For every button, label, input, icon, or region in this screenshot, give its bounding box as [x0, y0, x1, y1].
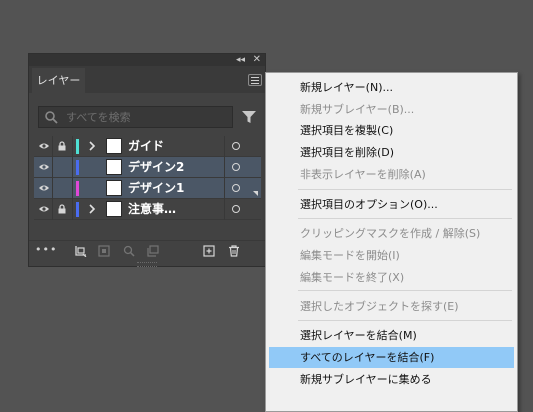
resize-grip[interactable]: [137, 262, 157, 267]
target-circle-icon: [232, 184, 240, 192]
layer-row-design-2[interactable]: デザイン2: [34, 157, 261, 178]
menu-item-label: 選択項目を複製(C): [300, 124, 394, 137]
make-clipping-mask-icon[interactable]: [98, 245, 110, 257]
menu-item-delete-selection[interactable]: 選択項目を削除(D): [269, 142, 514, 163]
menu-item-delete-hidden-layers[interactable]: 非表示レイヤーを削除(A): [269, 164, 514, 185]
menu-item-label: すべてのレイヤーを結合(F): [300, 351, 435, 364]
expand-chevron-icon[interactable]: [88, 204, 96, 214]
layer-name[interactable]: デザイン2: [128, 157, 184, 178]
target-circle-icon: [232, 142, 240, 150]
new-sublayer-icon[interactable]: [147, 245, 159, 257]
menu-item-label: 選択項目のオプション(O)...: [300, 198, 438, 211]
search-input[interactable]: [66, 107, 226, 127]
tab-layers[interactable]: レイヤー: [32, 68, 85, 93]
menu-item-locate-object[interactable]: 選択したオブジェクトを探す(E): [269, 296, 514, 317]
menu-item-new-layer[interactable]: 新規レイヤー(N)...: [269, 77, 514, 98]
eye-icon: [39, 185, 49, 191]
layer-row-guide[interactable]: ガイド: [34, 136, 261, 157]
panel-menu-icon[interactable]: [248, 74, 262, 86]
panel-footer: •••: [29, 240, 265, 261]
menu-item-make-release-clipping-mask[interactable]: クリッピングマスクを作成 / 解除(S): [269, 223, 514, 244]
menu-item-collect-in-new-layer[interactable]: 新規サブレイヤーに集める: [269, 369, 514, 390]
menu-separator: [298, 189, 512, 190]
layer-color-swatch: [76, 139, 79, 154]
layer-thumbnail: [106, 159, 122, 175]
menu-item-label: 編集モードを開始(I): [300, 249, 400, 262]
menu-item-merge-selected[interactable]: 選択レイヤーを結合(M): [269, 325, 514, 346]
visibility-toggle[interactable]: [34, 136, 53, 157]
layer-thumbnail: [106, 201, 122, 217]
visibility-toggle[interactable]: [34, 199, 53, 220]
selection-indicator-icon: [253, 191, 258, 196]
search-box: [38, 106, 233, 128]
menu-item-enter-isolation-mode[interactable]: 編集モードを開始(I): [269, 245, 514, 266]
menu-item-label: 非表示レイヤーを削除(A): [300, 168, 426, 181]
lock-icon: [58, 141, 66, 151]
menu-item-label: 選択したオブジェクトを探す(E): [300, 300, 459, 313]
target-toggle[interactable]: [224, 199, 261, 220]
menu-item-label: 編集モードを終了(X): [300, 271, 405, 284]
eye-icon: [39, 164, 49, 170]
menu-item-exit-isolation-mode[interactable]: 編集モードを終了(X): [269, 267, 514, 288]
layer-color-swatch: [76, 181, 79, 196]
lock-toggle[interactable]: [53, 178, 73, 199]
menu-item-label: 新規サブレイヤー(B)...: [300, 103, 415, 116]
menu-item-flatten-artwork[interactable]: すべてのレイヤーを結合(F): [269, 347, 514, 368]
layer-name[interactable]: デザイン1: [128, 178, 184, 199]
visibility-toggle[interactable]: [34, 178, 53, 199]
menu-separator: [298, 320, 512, 321]
lock-toggle[interactable]: [53, 199, 73, 220]
filter-icon[interactable]: [242, 110, 256, 124]
layer-name[interactable]: ガイド: [128, 136, 164, 157]
layer-thumbnail: [106, 138, 122, 154]
visibility-toggle[interactable]: [34, 157, 53, 178]
layer-color-swatch: [76, 160, 79, 175]
target-toggle[interactable]: [224, 157, 261, 178]
target-toggle[interactable]: [224, 178, 261, 199]
layer-thumbnail: [106, 180, 122, 196]
menu-separator: [298, 290, 512, 291]
expand-chevron-icon[interactable]: [88, 141, 96, 151]
panel-titlebar[interactable]: ◂◂ ✕: [29, 54, 265, 66]
layers-panel: ◂◂ ✕ レイヤー ガイドデザイン2デザイン1注意事… •••: [28, 53, 266, 267]
collect-export-icon[interactable]: [75, 245, 87, 257]
menu-item-label: 新規サブレイヤーに集める: [300, 373, 432, 386]
delete-icon[interactable]: [228, 245, 240, 257]
search-icon: [45, 111, 58, 124]
close-panel-icon[interactable]: ✕: [253, 54, 261, 66]
lock-toggle[interactable]: [53, 157, 73, 178]
layers-list: ガイド デザイン2 デザイン1 注意事…: [34, 136, 261, 241]
panel-tabbar: レイヤー: [29, 66, 265, 93]
menu-item-selection-options[interactable]: 選択項目のオプション(O)...: [269, 194, 514, 215]
empty-row: [34, 220, 261, 241]
layer-row-design-1[interactable]: デザイン1: [34, 178, 261, 199]
target-circle-icon: [232, 205, 240, 213]
layer-name[interactable]: 注意事…: [128, 199, 176, 220]
target-circle-icon: [232, 163, 240, 171]
lock-toggle[interactable]: [53, 136, 73, 157]
target-toggle[interactable]: [224, 136, 261, 157]
menu-item-label: 選択項目を削除(D): [300, 146, 395, 159]
lock-icon: [58, 204, 66, 214]
locate-object-icon[interactable]: [123, 245, 135, 257]
layer-row-notes[interactable]: 注意事…: [34, 199, 261, 220]
collapse-panel-icon[interactable]: ◂◂: [236, 54, 245, 66]
new-layer-icon[interactable]: [203, 245, 215, 257]
menu-item-label: 新規レイヤー(N)...: [300, 81, 393, 94]
menu-item-label: 選択レイヤーを結合(M): [300, 329, 417, 342]
menu-item-new-sublayer[interactable]: 新規サブレイヤー(B)...: [269, 99, 514, 120]
layer-color-swatch: [76, 202, 79, 217]
menu-item-duplicate-selection[interactable]: 選択項目を複製(C): [269, 120, 514, 141]
panel-flyout-menu: 新規レイヤー(N)... 新規サブレイヤー(B)... 選択項目を複製(C) 選択項目…: [265, 72, 518, 412]
menu-item-label: クリッピングマスクを作成 / 解除(S): [300, 227, 481, 240]
eye-icon: [39, 206, 49, 212]
menu-separator: [298, 218, 512, 219]
eye-icon: [39, 143, 49, 149]
more-icon[interactable]: •••: [35, 244, 57, 255]
